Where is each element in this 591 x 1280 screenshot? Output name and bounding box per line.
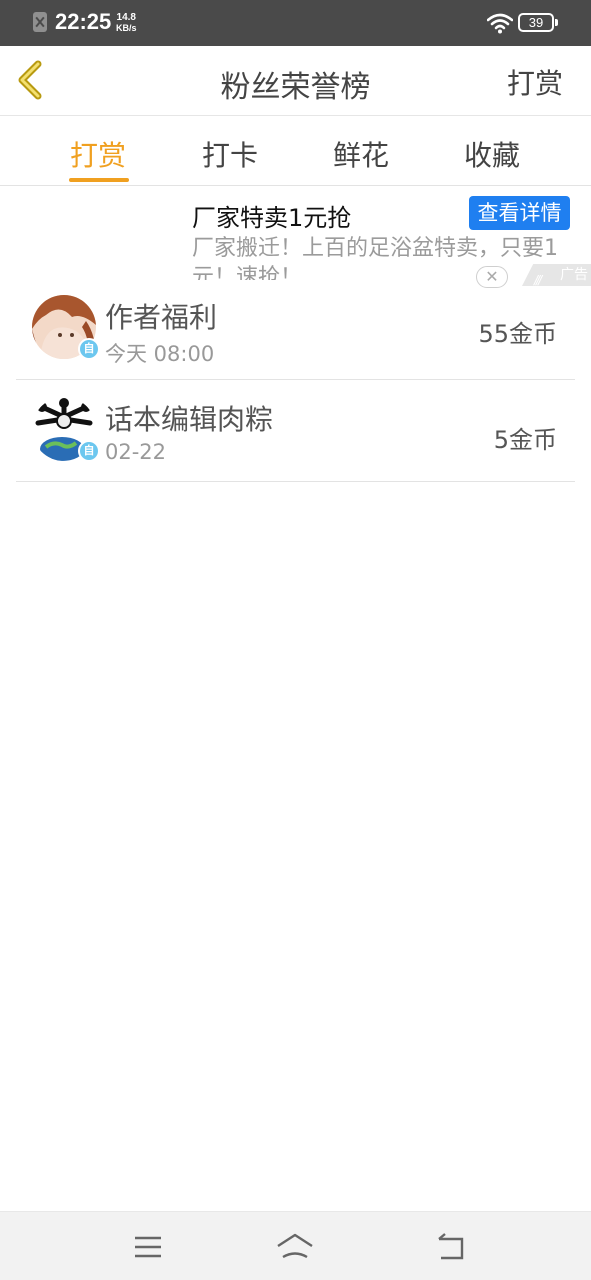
home-icon[interactable] bbox=[275, 1230, 315, 1264]
fan-time: 02-22 bbox=[105, 440, 167, 464]
menu-icon[interactable] bbox=[128, 1230, 168, 1264]
tab-reward[interactable]: 打赏 bbox=[48, 134, 148, 174]
ad-banner[interactable]: 厂家特卖1元抢 查看详情 厂家搬迁！上百的足浴盆特卖，只要1元！速抢！ ✕ //… bbox=[0, 188, 591, 288]
sim-icon bbox=[33, 12, 47, 32]
tab-favorites[interactable]: 收藏 bbox=[442, 134, 542, 174]
ad-details-button[interactable]: 查看详情 bbox=[469, 196, 570, 230]
back-icon[interactable] bbox=[431, 1230, 471, 1264]
status-bar: 22:25 14.8 KB/s 39 bbox=[0, 0, 591, 46]
fan-name: 作者福利 bbox=[105, 301, 218, 334]
verified-badge: 自 bbox=[78, 338, 100, 360]
app-header: 粉丝荣誉榜 打赏 bbox=[0, 46, 591, 116]
system-nav-bar bbox=[0, 1211, 591, 1280]
tab-flowers[interactable]: 鲜花 bbox=[311, 134, 411, 174]
list-item[interactable]: 自 作者福利 今天 08:00 55金币 bbox=[16, 278, 575, 380]
status-time: 22:25 bbox=[55, 9, 112, 34]
network-speed-value: 14.8 bbox=[116, 12, 136, 23]
tab-checkin[interactable]: 打卡 bbox=[180, 134, 280, 174]
reward-amount: 55金币 bbox=[478, 320, 557, 348]
reward-amount: 5金币 bbox=[493, 426, 557, 454]
reward-action-button[interactable]: 打赏 bbox=[507, 62, 563, 102]
ad-description[interactable]: 厂家搬迁！上百的足浴盆特卖，只要1元！速抢！ bbox=[192, 234, 582, 280]
tab-bar: 打赏 打卡 鲜花 收藏 bbox=[0, 116, 591, 186]
network-speed: 14.8 KB/s bbox=[116, 12, 137, 34]
verified-badge: 自 bbox=[78, 440, 100, 462]
ad-title[interactable]: 厂家特卖1元抢 bbox=[192, 198, 351, 233]
fan-list: 自 作者福利 今天 08:00 55金币 自 话本编辑肉粽 02-22 5金币 bbox=[16, 278, 575, 482]
page-title: 粉丝荣誉榜 bbox=[220, 70, 371, 105]
battery-icon: 39 bbox=[518, 13, 558, 32]
list-item[interactable]: 自 话本编辑肉粽 02-22 5金币 bbox=[16, 380, 575, 482]
network-speed-unit: KB/s bbox=[116, 23, 137, 33]
wifi-icon bbox=[487, 13, 513, 34]
fan-name: 话本编辑肉粽 bbox=[105, 403, 274, 436]
fan-time: 今天 08:00 bbox=[105, 342, 215, 366]
active-tab-indicator bbox=[69, 178, 129, 182]
